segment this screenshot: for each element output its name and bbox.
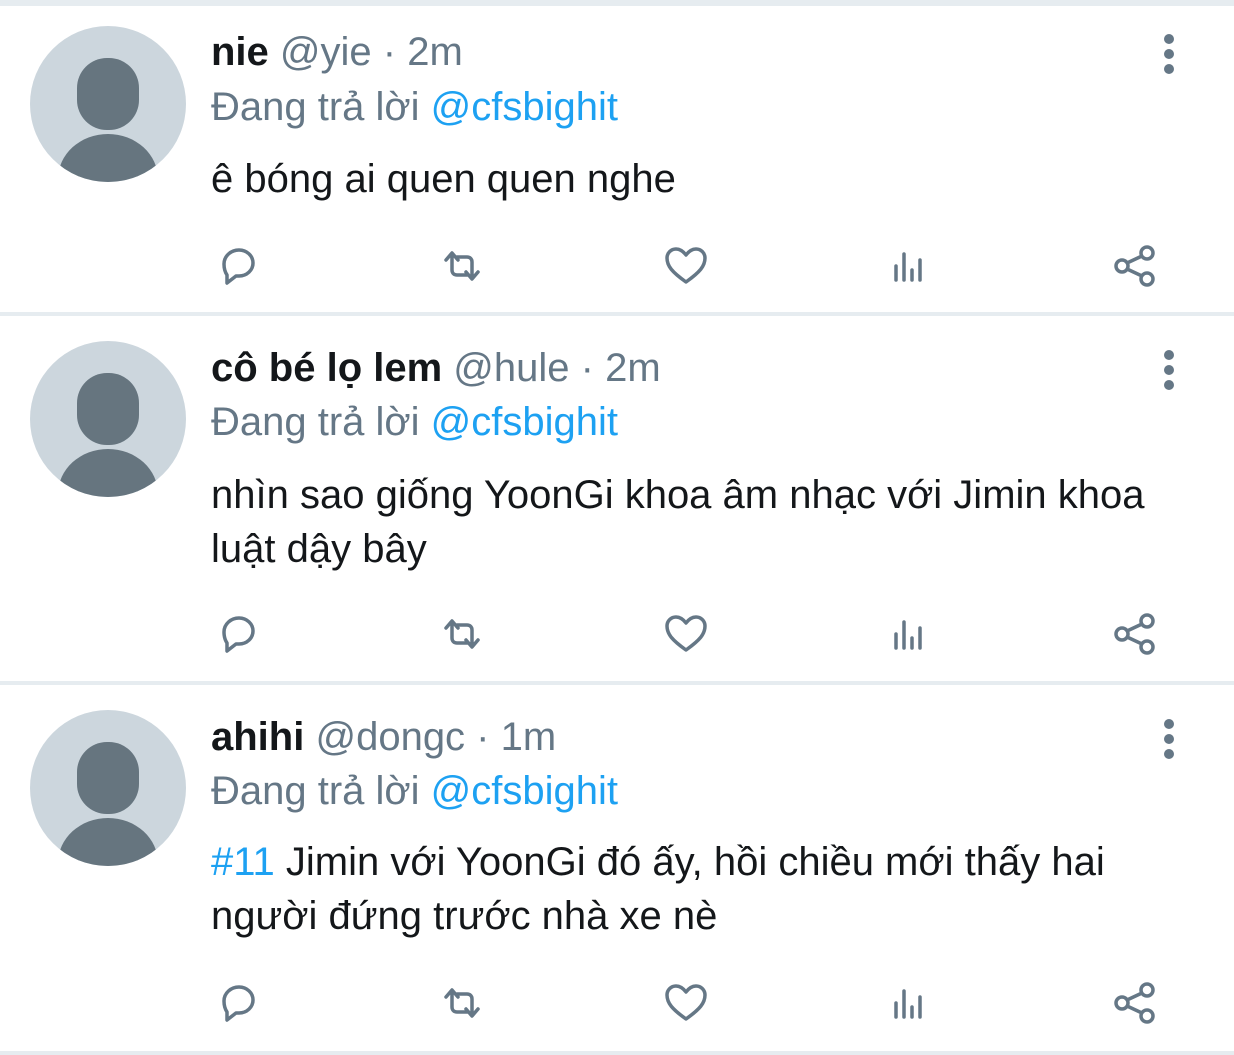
display-name[interactable]: nie bbox=[211, 30, 269, 74]
more-dot bbox=[1164, 734, 1174, 744]
retweet-button[interactable] bbox=[432, 973, 492, 1033]
separator: · bbox=[569, 346, 606, 390]
tweet-text: #11 Jimin với YoonGi đó ấy, hồi chiều mớ… bbox=[211, 835, 1191, 943]
more-dot bbox=[1164, 365, 1174, 375]
user-handle[interactable]: @hule bbox=[453, 346, 569, 390]
avatar[interactable] bbox=[30, 26, 186, 182]
like-button[interactable] bbox=[656, 604, 716, 664]
share-button[interactable] bbox=[1105, 236, 1165, 296]
tweet-text: nhìn sao giống YoonGi khoa âm nhạc với J… bbox=[211, 468, 1191, 576]
analytics-button[interactable] bbox=[880, 604, 940, 664]
retweet-button[interactable] bbox=[432, 604, 492, 664]
like-button[interactable] bbox=[656, 236, 716, 296]
analytics-button[interactable] bbox=[880, 236, 940, 296]
more-dot bbox=[1164, 380, 1174, 390]
retweet-button[interactable] bbox=[432, 236, 492, 296]
tweet-header: nie @yie · 2m bbox=[211, 28, 463, 76]
reply-icon bbox=[222, 985, 255, 1022]
action-bar bbox=[0, 236, 1234, 296]
retweet-icon bbox=[444, 619, 480, 649]
avatar-body-shape bbox=[58, 134, 158, 182]
share-button[interactable] bbox=[1105, 973, 1165, 1033]
analytics-icon bbox=[894, 989, 922, 1019]
share-button[interactable] bbox=[1105, 604, 1165, 664]
share-icon bbox=[1114, 245, 1155, 287]
tweet-body: nhìn sao giống YoonGi khoa âm nhạc với J… bbox=[211, 473, 1145, 571]
tweet-text: ê bóng ai quen quen nghe bbox=[211, 152, 1191, 206]
share-icon bbox=[1114, 982, 1155, 1024]
replying-to: Đang trả lời @cfsbighit bbox=[211, 83, 618, 131]
avatar-head-shape bbox=[77, 58, 139, 130]
more-options-button[interactable] bbox=[1150, 348, 1190, 392]
timestamp[interactable]: 2m bbox=[407, 30, 463, 74]
more-dot bbox=[1164, 49, 1174, 59]
more-vertical-icon bbox=[1164, 350, 1174, 360]
timestamp[interactable]: 1m bbox=[501, 715, 557, 759]
replying-to: Đang trả lời @cfsbighit bbox=[211, 398, 618, 446]
share-icon bbox=[1114, 613, 1155, 655]
reply-button[interactable] bbox=[207, 236, 267, 296]
mention-link[interactable]: @cfsbighit bbox=[431, 400, 618, 444]
retweet-icon bbox=[444, 251, 480, 281]
user-handle[interactable]: @dongc bbox=[315, 715, 465, 759]
analytics-icon bbox=[894, 252, 922, 282]
replying-to: Đang trả lời @cfsbighit bbox=[211, 767, 618, 815]
separator: · bbox=[465, 715, 501, 759]
tweet-item[interactable]: nie @yie · 2m Đang trả lời @cfsbighit ê … bbox=[0, 0, 1234, 312]
separator: · bbox=[371, 30, 408, 74]
user-handle[interactable]: @yie bbox=[280, 30, 372, 74]
tweet-item[interactable]: cô bé lọ lem @hule · 2m Đang trả lời @cf… bbox=[0, 316, 1234, 680]
more-dot bbox=[1164, 64, 1174, 74]
reply-icon bbox=[222, 248, 255, 285]
mention-link[interactable]: @cfsbighit bbox=[431, 769, 618, 813]
tweet-header: ahihi @dongc · 1m bbox=[211, 713, 556, 761]
display-name[interactable]: cô bé lọ lem bbox=[211, 346, 442, 390]
retweet-icon bbox=[444, 988, 480, 1018]
timestamp[interactable]: 2m bbox=[605, 346, 661, 390]
avatar-head-shape bbox=[77, 742, 139, 814]
divider bbox=[0, 1051, 1234, 1055]
analytics-icon bbox=[894, 620, 922, 650]
reply-feed: nie @yie · 2m Đang trả lời @cfsbighit ê … bbox=[0, 0, 1234, 1055]
tweet-body: Jimin với YoonGi đó ấy, hồi chiều mới th… bbox=[211, 840, 1105, 938]
reply-button[interactable] bbox=[207, 604, 267, 664]
like-icon bbox=[665, 984, 707, 1021]
tweet-body: ê bóng ai quen quen nghe bbox=[211, 157, 676, 201]
avatar[interactable] bbox=[30, 341, 186, 497]
avatar-body-shape bbox=[58, 818, 158, 866]
display-name[interactable]: ahihi bbox=[211, 715, 304, 759]
avatar-head-shape bbox=[77, 373, 139, 445]
action-bar bbox=[0, 604, 1234, 664]
avatar[interactable] bbox=[30, 710, 186, 866]
hashtag-link[interactable]: #11 bbox=[211, 840, 275, 884]
action-bar bbox=[0, 973, 1234, 1033]
analytics-button[interactable] bbox=[880, 973, 940, 1033]
more-vertical-icon bbox=[1164, 34, 1174, 44]
tweet-item[interactable]: ahihi @dongc · 1m Đang trả lời @cfsbighi… bbox=[0, 685, 1234, 1049]
tweet-header: cô bé lọ lem @hule · 2m bbox=[211, 344, 661, 392]
more-options-button[interactable] bbox=[1150, 717, 1190, 761]
mention-link[interactable]: @cfsbighit bbox=[431, 85, 618, 129]
replying-to-label: Đang trả lời bbox=[211, 769, 431, 813]
more-options-button[interactable] bbox=[1150, 32, 1190, 76]
like-icon bbox=[665, 615, 707, 652]
reply-button[interactable] bbox=[207, 973, 267, 1033]
reply-icon bbox=[222, 616, 255, 653]
avatar-body-shape bbox=[58, 449, 158, 497]
replying-to-label: Đang trả lời bbox=[211, 85, 431, 129]
more-dot bbox=[1164, 749, 1174, 759]
like-button[interactable] bbox=[656, 973, 716, 1033]
replying-to-label: Đang trả lời bbox=[211, 400, 431, 444]
more-vertical-icon bbox=[1164, 719, 1174, 729]
like-icon bbox=[665, 247, 707, 284]
